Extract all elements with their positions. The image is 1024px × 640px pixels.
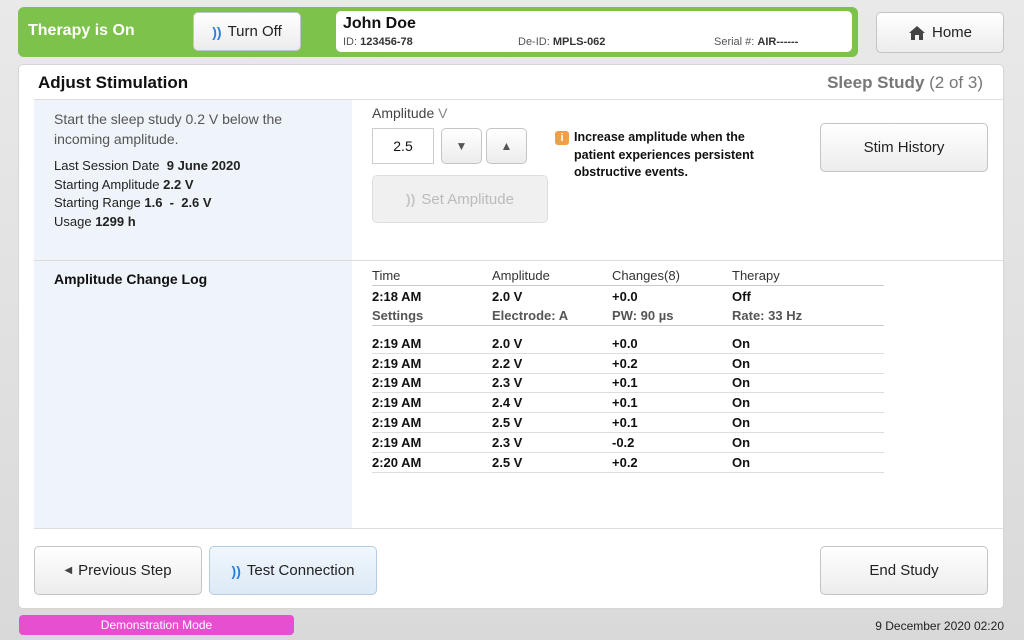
end-study-button[interactable]: End Study	[820, 546, 988, 595]
set-amplitude-button[interactable]: )) Set Amplitude	[372, 175, 548, 223]
col-therapy: Therapy	[732, 268, 780, 283]
info-hint: Increase amplitude when the patient expe…	[574, 130, 754, 179]
patient-serial: Serial #: AIR------	[714, 36, 799, 48]
turn-off-label: Turn Off	[227, 23, 282, 40]
therapy-status: Therapy is On	[28, 22, 135, 39]
set-amplitude-label: Set Amplitude	[421, 190, 514, 208]
col-amplitude: Amplitude	[492, 268, 550, 283]
demo-mode-badge: Demonstration Mode	[19, 615, 294, 635]
col-changes: Changes(8)	[612, 268, 680, 283]
arrow-down-icon: ▼	[455, 139, 468, 153]
table-row: 2:19 AM 2.3 V -0.2 On	[372, 433, 884, 453]
table-row: 2:20 AM 2.5 V +0.2 On	[372, 453, 884, 473]
test-connection-button[interactable]: )) Test Connection	[209, 546, 377, 595]
adjust-stimulation-panel: Adjust Stimulation Sleep Study (2 of 3) …	[18, 64, 1004, 609]
previous-step-button[interactable]: ◀ Previous Step	[34, 546, 202, 595]
previous-step-label: Previous Step	[78, 562, 172, 579]
signal-waves-icon: ))	[212, 23, 222, 40]
session-info: Last Session Date 9 June 2020 Starting A…	[54, 157, 240, 231]
turn-off-button[interactable]: )) Turn Off	[193, 12, 301, 51]
table-row: 2:19 AM 2.3 V +0.1 On	[372, 374, 884, 394]
stim-history-button[interactable]: Stim History	[820, 123, 988, 172]
section-divider	[34, 260, 1003, 261]
starting-amplitude: Starting Amplitude 2.2 V	[54, 176, 194, 192]
patient-deid: De-ID: MPLS-062	[518, 36, 606, 48]
table-row: 2:19 AM 2.5 V +0.1 On	[372, 413, 884, 433]
amplitude-label: Amplitude V	[372, 105, 448, 121]
home-button[interactable]: Home	[876, 12, 1004, 53]
therapy-status-bar: Therapy is On )) Turn Off John Doe ID: 1…	[18, 7, 858, 57]
home-label: Home	[931, 24, 972, 41]
patient-name: John Doe	[343, 15, 416, 32]
test-connection-label: Test Connection	[246, 562, 355, 579]
datetime-display: 9 December 2020 02:20	[875, 619, 1004, 633]
stim-history-label: Stim History	[863, 139, 945, 156]
page-title: Adjust Stimulation	[38, 73, 189, 92]
amplitude-value-field[interactable]: 2.5	[372, 128, 434, 164]
starting-range: Starting Range 1.6 - 2.6 V	[54, 195, 212, 210]
footer-divider	[34, 528, 1003, 529]
triangle-left-icon: ◀	[64, 565, 73, 576]
amplitude-decrease-button[interactable]: ▼	[441, 128, 482, 164]
patient-card: John Doe ID: 123456-78 De-ID: MPLS-062 S…	[336, 11, 852, 52]
table-row: 2:19 AM 2.0 V +0.0 On	[372, 334, 884, 354]
settings-row: Settings Electrode: A PW: 90 µs Rate: 33…	[372, 306, 884, 326]
arrow-up-icon: ▲	[500, 139, 513, 153]
log-title: Amplitude Change Log	[54, 271, 208, 287]
info-icon: i	[555, 131, 569, 145]
log-header-row: Time Amplitude Changes(8) Therapy	[372, 266, 884, 286]
col-time: Time	[372, 268, 401, 283]
home-icon	[908, 25, 925, 40]
table-row: 2:18 AM 2.0 V +0.0 Off	[372, 288, 751, 304]
amplitude-increase-button[interactable]: ▲	[486, 128, 527, 164]
amplitude-change-log: Time Amplitude Changes(8) Therapy 2:18 A…	[372, 266, 884, 473]
signal-waves-icon: ))	[406, 191, 416, 207]
usage: Usage 1299 h	[54, 213, 136, 229]
last-session: Last Session Date 9 June 2020	[54, 158, 241, 173]
table-row: 2:19 AM 2.2 V +0.2 On	[372, 354, 884, 374]
patient-id: ID: 123456-78	[343, 36, 413, 48]
instruction-text: Start the sleep study 0.2 V below the in…	[54, 111, 283, 147]
table-row: 2:19 AM 2.4 V +0.1 On	[372, 393, 884, 414]
step-indicator: Sleep Study (2 of 3)	[827, 73, 983, 92]
signal-waves-icon: ))	[231, 562, 241, 579]
end-study-label: End Study	[869, 562, 939, 579]
